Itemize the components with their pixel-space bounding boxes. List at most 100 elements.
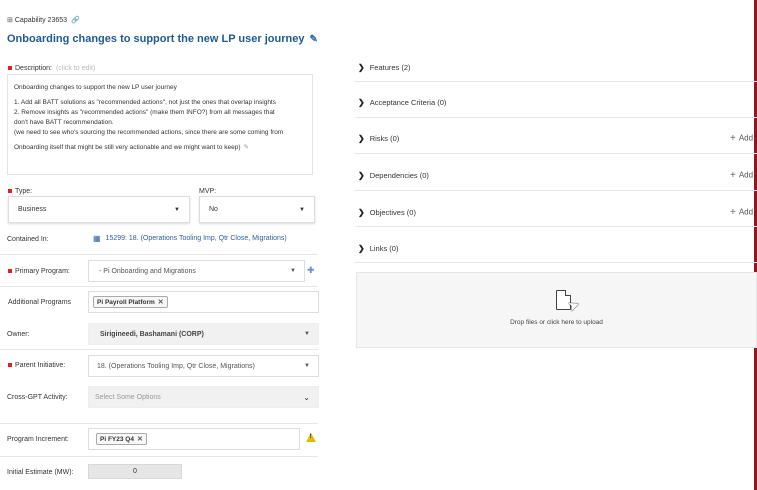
section-label: Objectives (0) xyxy=(369,208,416,217)
initial-estimate-label: Initial Estimate (MW): xyxy=(7,469,74,476)
description-label: Description: (click to edit) xyxy=(8,65,95,72)
click-to-edit-hint: (click to edit) xyxy=(55,65,96,72)
add-label: Add xyxy=(738,170,754,180)
required-marker xyxy=(8,269,12,274)
program-increment-field[interactable]: Pi FY23 Q4 ✕ xyxy=(88,428,300,450)
divider xyxy=(0,254,318,255)
parent-initiative-select[interactable]: 18. (Operations Tooling Imp, Qtr Close, … xyxy=(88,355,319,377)
parent-initiative-value: 18. (Operations Tooling Imp, Qtr Close, … xyxy=(97,362,255,370)
chevron-right-icon: ❯ xyxy=(358,208,365,217)
add-program-icon[interactable]: ✚ xyxy=(307,265,315,276)
contained-in-label: Contained In: xyxy=(7,236,49,243)
chevron-right-icon: ❯ xyxy=(358,98,365,107)
section-label: Dependencies (0) xyxy=(369,171,429,180)
caret-down-icon: ▼ xyxy=(299,206,305,213)
mvp-value: No xyxy=(209,206,218,213)
additional-programs-field[interactable]: Pi Payroll Platform ✕ xyxy=(88,291,319,313)
program-increment-label: Program Increment: xyxy=(7,436,69,443)
caret-down-icon: ▼ xyxy=(290,268,296,274)
cross-gpt-select[interactable]: Select Some Options ⌄ xyxy=(88,386,319,408)
required-marker xyxy=(8,66,12,71)
chevron-right-icon: ❯ xyxy=(358,244,365,253)
description-line-text: Onboarding itself that might be still ve… xyxy=(14,144,241,151)
description-line: Onboarding itself that might be still ve… xyxy=(14,143,306,153)
section-links[interactable]: ❯ Links (0) xyxy=(358,244,398,253)
required-marker xyxy=(8,189,12,194)
section-label: Acceptance Criteria (0) xyxy=(369,98,447,107)
divider xyxy=(355,117,757,118)
description-line: Onboarding changes to support the new LP… xyxy=(14,84,177,91)
divider xyxy=(0,456,318,457)
caret-down-icon: ▼ xyxy=(174,206,180,213)
pointer-cursor-icon: ➤ xyxy=(565,295,582,315)
divider xyxy=(355,262,757,263)
file-upload-dropzone[interactable]: ➤ Drop files or click here to upload xyxy=(356,272,757,348)
primary-program-value: - Pi Onboarding and Migrations xyxy=(99,267,196,275)
chevron-right-icon: ❯ xyxy=(358,63,365,72)
add-label: Add xyxy=(738,133,754,143)
program-tag: Pi Payroll Platform ✕ xyxy=(93,296,168,308)
edit-pencil-icon[interactable]: ✎ xyxy=(244,144,249,151)
divider xyxy=(0,423,318,424)
add-risk-button[interactable]: + Add xyxy=(730,133,753,144)
increment-tag: Pi FY23 Q4 ✕ xyxy=(96,433,147,445)
primary-program-select[interactable]: - Pi Onboarding and Migrations ▼ xyxy=(88,260,305,282)
section-label: Features (2) xyxy=(369,63,411,72)
remove-tag-icon[interactable]: ✕ xyxy=(158,298,164,306)
additional-programs-label: Additional Programs xyxy=(8,299,72,306)
section-label: Risks (0) xyxy=(369,134,400,143)
grid-icon: ▦ xyxy=(93,234,101,243)
page-title: Onboarding changes to support the new LP… xyxy=(7,33,318,45)
capability-id: ⊞ Capability 23653 🔗 xyxy=(7,16,80,25)
contained-in-link[interactable]: ▦ 15299: 18. (Operations Tooling Imp, Qt… xyxy=(93,234,287,243)
grid-icon: ⊞ xyxy=(7,17,13,24)
divider xyxy=(0,349,318,350)
description-box[interactable]: Onboarding changes to support the new LP… xyxy=(7,74,313,175)
primary-program-label: Primary Program: xyxy=(8,268,70,275)
description-line: 1. Add all BATT solutions as "recommende… xyxy=(14,99,276,106)
page-title-text: Onboarding changes to support the new LP… xyxy=(7,33,305,45)
plus-icon: + xyxy=(730,170,736,181)
section-label: Links (0) xyxy=(369,244,399,253)
capability-id-label: Capability 23653 xyxy=(14,16,68,24)
type-label-text: Type: xyxy=(15,188,33,195)
program-tag-label: Pi Payroll Platform xyxy=(97,298,155,306)
divider xyxy=(355,81,757,82)
contained-in-value: 15299: 18. (Operations Tooling Imp, Qtr … xyxy=(105,235,287,242)
parent-initiative-label-text: Parent Initiative: xyxy=(15,362,66,369)
add-label: Add xyxy=(738,207,754,217)
divider xyxy=(0,286,318,287)
chevron-right-icon: ❯ xyxy=(358,171,365,180)
parent-initiative-label: Parent Initiative: xyxy=(8,362,65,369)
add-objective-button[interactable]: + Add xyxy=(730,207,753,218)
section-acceptance-criteria[interactable]: ❯ Acceptance Criteria (0) xyxy=(358,98,446,107)
remove-tag-icon[interactable]: ✕ xyxy=(137,435,143,443)
owner-label: Owner: xyxy=(7,331,30,338)
mvp-label: MVP: xyxy=(199,188,217,195)
section-risks[interactable]: ❯ Risks (0) xyxy=(358,134,399,143)
section-objectives[interactable]: ❯ Objectives (0) xyxy=(358,208,416,217)
primary-program-label-text: Primary Program: xyxy=(15,268,70,275)
type-label: Type: xyxy=(8,188,32,195)
edit-pencil-icon[interactable]: ✎ xyxy=(310,34,318,45)
plus-icon: + xyxy=(730,133,736,144)
section-dependencies[interactable]: ❯ Dependencies (0) xyxy=(358,171,429,180)
mvp-select[interactable]: No ▼ xyxy=(199,196,315,223)
divider xyxy=(355,153,757,154)
warning-icon: ! xyxy=(306,433,316,442)
divider xyxy=(355,226,757,227)
description-line: 2. Remove insights as "recommended actio… xyxy=(14,109,275,116)
section-features[interactable]: ❯ Features (2) xyxy=(358,63,411,72)
plus-icon: + xyxy=(730,207,736,218)
chevron-right-icon: ❯ xyxy=(358,134,365,143)
increment-tag-label: Pi FY23 Q4 xyxy=(100,435,134,443)
required-marker xyxy=(8,363,12,368)
owner-select[interactable]: Sirigineedi, Bashamani (CORP) ▼ xyxy=(88,323,319,345)
link-icon[interactable]: 🔗 xyxy=(71,16,80,24)
add-dependency-button[interactable]: + Add xyxy=(730,170,753,181)
description-label-text: Description: xyxy=(15,65,52,72)
initial-estimate-input[interactable]: 0 xyxy=(88,464,182,479)
type-select[interactable]: Business ▼ xyxy=(8,196,190,223)
owner-value: Sirigineedi, Bashamani (CORP) xyxy=(100,330,204,338)
cross-gpt-label: Cross-GPT Activity: xyxy=(7,394,68,401)
